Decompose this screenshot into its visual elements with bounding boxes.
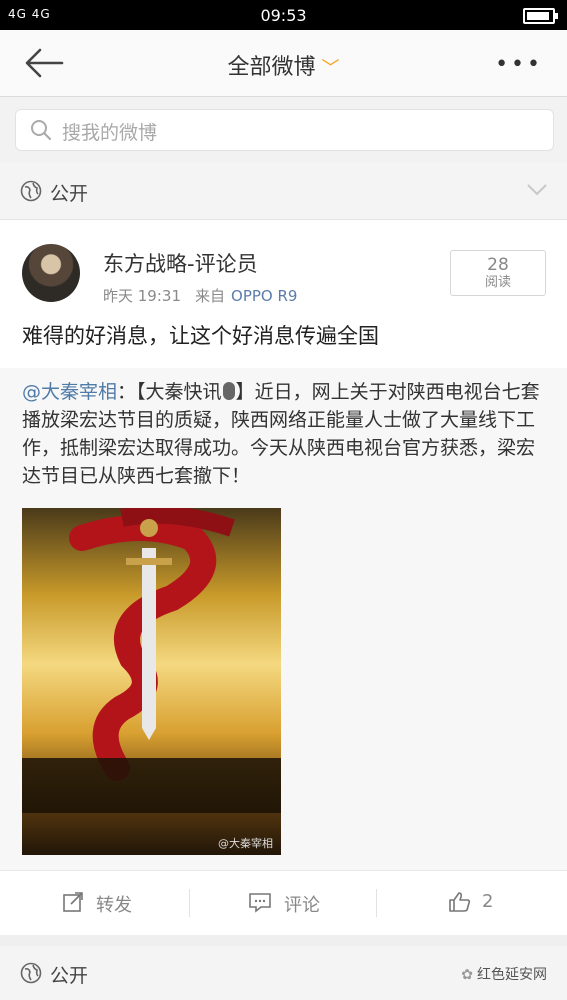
- read-count: 28: [487, 255, 509, 275]
- visibility-label: 公开: [50, 183, 89, 205]
- source-prefix: 来自: [195, 287, 226, 305]
- post-card: 东方战略-评论员 昨天 19:31 来自 OPPO R9 28 阅读 难得的好消息，…: [0, 220, 567, 368]
- chevron-down-icon: ﹀: [321, 58, 340, 79]
- repost-colon: ：: [117, 381, 137, 403]
- next-post-visibility-bar: 公开 ✿ 红色延安网: [0, 946, 567, 1000]
- comment-label: 评论: [284, 895, 320, 916]
- mention-link[interactable]: @大秦宰相: [22, 381, 117, 403]
- repost-tag: 【大秦快讯: [136, 381, 222, 403]
- like-button[interactable]: 2: [448, 871, 528, 935]
- search-input[interactable]: 搜我的微博: [15, 109, 554, 151]
- sword-artwork: [22, 508, 281, 813]
- post-meta: 昨天 19:31 来自 OPPO R9: [103, 285, 297, 306]
- globe-icon: [20, 962, 42, 984]
- repost-tag-close: 】: [235, 381, 255, 403]
- repost-label: 转发: [96, 895, 132, 916]
- search-placeholder: 搜我的微博: [62, 122, 158, 144]
- search-area: 搜我的微博: [0, 97, 567, 163]
- action-bar: 转发 评论 2: [0, 870, 567, 935]
- globe-icon: [20, 180, 42, 202]
- avatar[interactable]: [22, 244, 80, 302]
- read-label: 阅读: [484, 275, 511, 290]
- post-image[interactable]: @大秦宰相: [22, 508, 281, 855]
- post-time: 昨天 19:31: [103, 287, 181, 305]
- battery-icon: [523, 8, 558, 24]
- like-count: 2: [482, 891, 494, 912]
- visibility-bar: 公开: [0, 163, 567, 220]
- comment-button[interactable]: 评论: [248, 871, 368, 935]
- divider: [376, 889, 377, 917]
- author-name[interactable]: 东方战略-评论员: [103, 248, 258, 278]
- watermark-text: 红色延安网: [477, 967, 547, 983]
- repost-button[interactable]: 转发: [60, 871, 180, 935]
- status-bar: 4G 4G 09:53: [0, 0, 567, 30]
- thumbs-up-icon: [449, 892, 471, 912]
- share-icon: [63, 892, 83, 912]
- post-text: 难得的好消息，让这个好消息传遍全国: [22, 324, 379, 348]
- read-count-badge: 28 阅读: [450, 250, 546, 296]
- wechat-icon: ✿: [461, 967, 473, 983]
- visibility-label: 公开: [50, 965, 89, 987]
- comment-icon: [249, 893, 271, 913]
- status-time: 09:53: [260, 6, 307, 25]
- chevron-down-icon[interactable]: [525, 179, 549, 199]
- page-title[interactable]: 全部微博 ﹀: [0, 49, 567, 81]
- search-icon: [31, 120, 52, 141]
- image-watermark: @大秦宰相: [218, 837, 273, 850]
- microphone-icon: [222, 382, 235, 400]
- site-watermark: ✿ 红色延安网: [461, 964, 547, 984]
- divider: [189, 889, 190, 917]
- device-name: OPPO R9: [231, 287, 298, 305]
- page-title-text: 全部微博: [227, 55, 316, 80]
- more-button[interactable]: •••: [495, 52, 543, 77]
- reposted-content[interactable]: @大秦宰相：【大秦快讯 】近日，网上关于对陕西电视台七套播放梁宏达节目的质疑，陕西…: [0, 368, 567, 870]
- top-nav-bar: 全部微博 ﹀ •••: [0, 30, 567, 97]
- repost-text: @大秦宰相：【大秦快讯 】近日，网上关于对陕西电视台七套播放梁宏达节目的质疑，陕西…: [22, 378, 548, 490]
